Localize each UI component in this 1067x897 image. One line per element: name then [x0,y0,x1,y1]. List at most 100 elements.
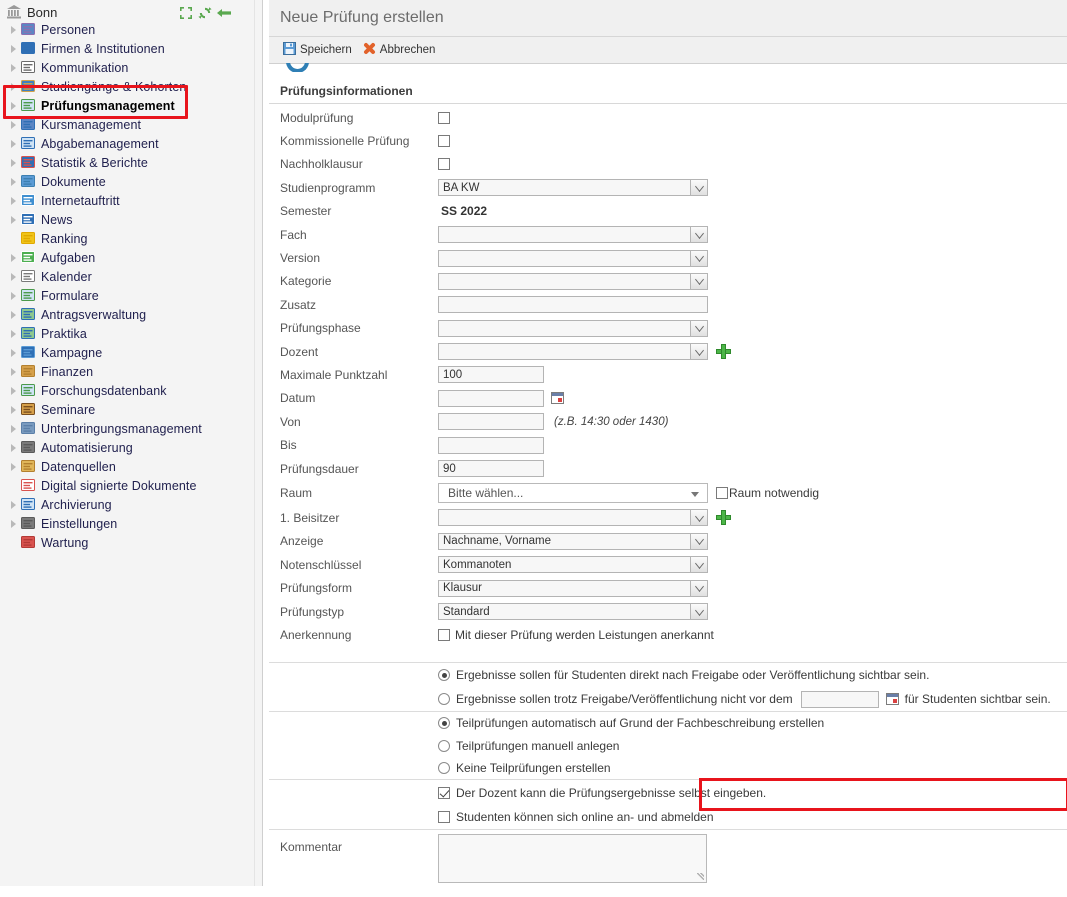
expand-arrow-icon[interactable] [8,328,19,339]
sidebar-item-kommunikation[interactable]: Kommunikation [0,58,255,77]
expand-arrow-icon[interactable] [8,81,19,92]
sidebar-item-formulare[interactable]: Formulare [0,286,255,305]
checkbox-dozent-can-enter-results[interactable] [438,786,450,799]
sidebar-item-forschungsdatenbank[interactable]: Forschungsdatenbank [0,381,255,400]
sidebar-item-news[interactable]: News [0,210,255,229]
option-partial-auto[interactable]: Teilprüfungen automatisch auf Grund der … [269,712,1067,734]
add-dozent-button[interactable] [716,344,731,360]
select-dozent[interactable] [438,343,708,361]
select-kategorie[interactable] [438,272,708,290]
sidebar-scrollbar[interactable] [254,0,262,886]
select-anzeige[interactable]: Nachname, Vorname [438,532,708,550]
select-fach[interactable] [438,226,708,244]
expand-arrow-icon[interactable] [8,43,19,54]
save-button[interactable]: Speichern [283,42,352,58]
checkbox-students-online-registration[interactable] [438,811,450,823]
expand-arrow-icon[interactable] [8,537,19,548]
sidebar-item-unterbringungsmanagement[interactable]: Unterbringungsmanagement [0,419,255,438]
expand-arrow-icon[interactable] [8,100,19,111]
sidebar-item-kalender[interactable]: Kalender [0,267,255,286]
input-bis[interactable] [438,436,544,454]
select-version[interactable] [438,249,708,267]
sidebar-item-archivierung[interactable]: Archivierung [0,495,255,514]
checkbox-nachholklausur[interactable] [438,158,450,171]
option-visibility-immediate[interactable]: Ergebnisse sollen für Studenten direkt n… [269,663,1067,687]
option-students-online-registration[interactable]: Studenten können sich online an- und abm… [269,805,1067,829]
input-datum[interactable] [438,389,544,407]
expand-arrow-icon[interactable] [8,252,19,263]
input-von[interactable] [438,413,544,431]
sidebar-item-antragsverwaltung[interactable]: Antragsverwaltung [0,305,255,324]
expand-arrow-icon[interactable] [8,157,19,168]
radio-visibility-immediate[interactable] [438,669,450,681]
expand-arrow-icon[interactable] [8,347,19,358]
select-pruefungstyp[interactable]: Standard [438,603,708,620]
add-beisitzer-button[interactable] [716,510,731,526]
option-partial-manual[interactable]: Teilprüfungen manuell anlegen [269,734,1067,757]
radio-partial-auto[interactable] [438,717,450,729]
sidebar-item-internetauftritt[interactable]: Internetauftritt [0,191,255,210]
sidebar-item-seminare[interactable]: Seminare [0,400,255,419]
input-visibility-date[interactable] [800,690,879,708]
sidebar-item-abgabemanagement[interactable]: Abgabemanagement [0,134,255,153]
sidebar-item-kampagne[interactable]: Kampagne [0,343,255,362]
sidebar-item-pr-fungsmanagement[interactable]: Prüfungsmanagement [0,96,255,115]
expand-arrow-icon[interactable] [8,480,19,491]
sidebar-item-personen[interactable]: Personen [0,20,255,39]
sidebar-item-automatisierung[interactable]: Automatisierung [0,438,255,457]
expand-arrow-icon[interactable] [8,366,19,377]
sidebar-item-praktika[interactable]: Praktika [0,324,255,343]
sidebar-item-aufgaben[interactable]: Aufgaben [0,248,255,267]
cancel-button[interactable]: Abbrechen [363,42,435,58]
select-raum[interactable]: Bitte wählen... [438,483,708,504]
calendar-picker-icon[interactable] [551,392,564,405]
expand-arrow-icon[interactable] [8,176,19,187]
expand-arrow-icon[interactable] [8,309,19,320]
sidebar-root-node[interactable]: Bonn [0,2,262,22]
expand-arrow-icon[interactable] [8,119,19,130]
expand-arrow-icon[interactable] [8,499,19,510]
expand-arrow-icon[interactable] [8,461,19,472]
sidebar-item-wartung[interactable]: Wartung [0,533,255,552]
expand-arrow-icon[interactable] [8,271,19,282]
select-notenschluessel[interactable]: Kommanoten [438,556,708,574]
select-beisitzer1[interactable] [438,509,708,527]
checkbox-anerkennung[interactable] [438,628,450,641]
checkbox-raum-notwendig[interactable] [716,487,728,500]
select-pruefungsphase[interactable] [438,319,708,337]
sidebar-item-kursmanagement[interactable]: Kursmanagement [0,115,255,134]
sidebar-item-finanzen[interactable]: Finanzen [0,362,255,381]
sidebar-item-ranking[interactable]: Ranking [0,229,255,248]
option-dozent-can-enter-results[interactable]: Der Dozent kann die Prüfungsergebnisse s… [269,780,1067,805]
expand-arrow-icon[interactable] [8,290,19,301]
textarea-kommentar[interactable] [438,834,707,883]
expand-arrow-icon[interactable] [8,442,19,453]
calendar-picker-icon[interactable] [885,693,899,705]
expand-arrow-icon[interactable] [8,195,19,206]
radio-visibility-delayed[interactable] [438,693,450,705]
expand-arrow-icon[interactable] [8,233,19,244]
expand-arrow-icon[interactable] [8,138,19,149]
input-maximale-punktzahl[interactable]: 100 [438,366,544,384]
input-zusatz[interactable] [438,296,708,314]
option-visibility-delayed[interactable]: Ergebnisse sollen trotz Freigabe/Veröffe… [269,687,1067,711]
select-pruefungsform[interactable]: Klausur [438,579,708,597]
expand-arrow-icon[interactable] [8,24,19,35]
expand-arrow-icon[interactable] [8,62,19,73]
option-partial-none[interactable]: Keine Teilprüfungen erstellen [269,757,1067,779]
sidebar-item-datenquellen[interactable]: Datenquellen [0,457,255,476]
select-studienprogramm[interactable]: BA KW [438,179,708,197]
sidebar-item-statistik-berichte[interactable]: Statistik & Berichte [0,153,255,172]
sidebar-item-einstellungen[interactable]: Einstellungen [0,514,255,533]
expand-arrow-icon[interactable] [8,518,19,529]
checkbox-kommissionelle-pruefung[interactable] [438,135,450,148]
checkbox-modulpruefung[interactable] [438,111,450,124]
input-pruefungsdauer[interactable]: 90 [438,460,544,478]
sidebar-item-dokumente[interactable]: Dokumente [0,172,255,191]
sidebar-item-firmen-institutionen[interactable]: Firmen & Institutionen [0,39,255,58]
expand-arrow-icon[interactable] [8,385,19,396]
radio-partial-none[interactable] [438,762,450,774]
radio-partial-manual[interactable] [438,739,450,752]
sidebar-item-studieng-nge-kohorten[interactable]: Studiengänge & Kohorten [0,77,255,96]
expand-arrow-icon[interactable] [8,404,19,415]
